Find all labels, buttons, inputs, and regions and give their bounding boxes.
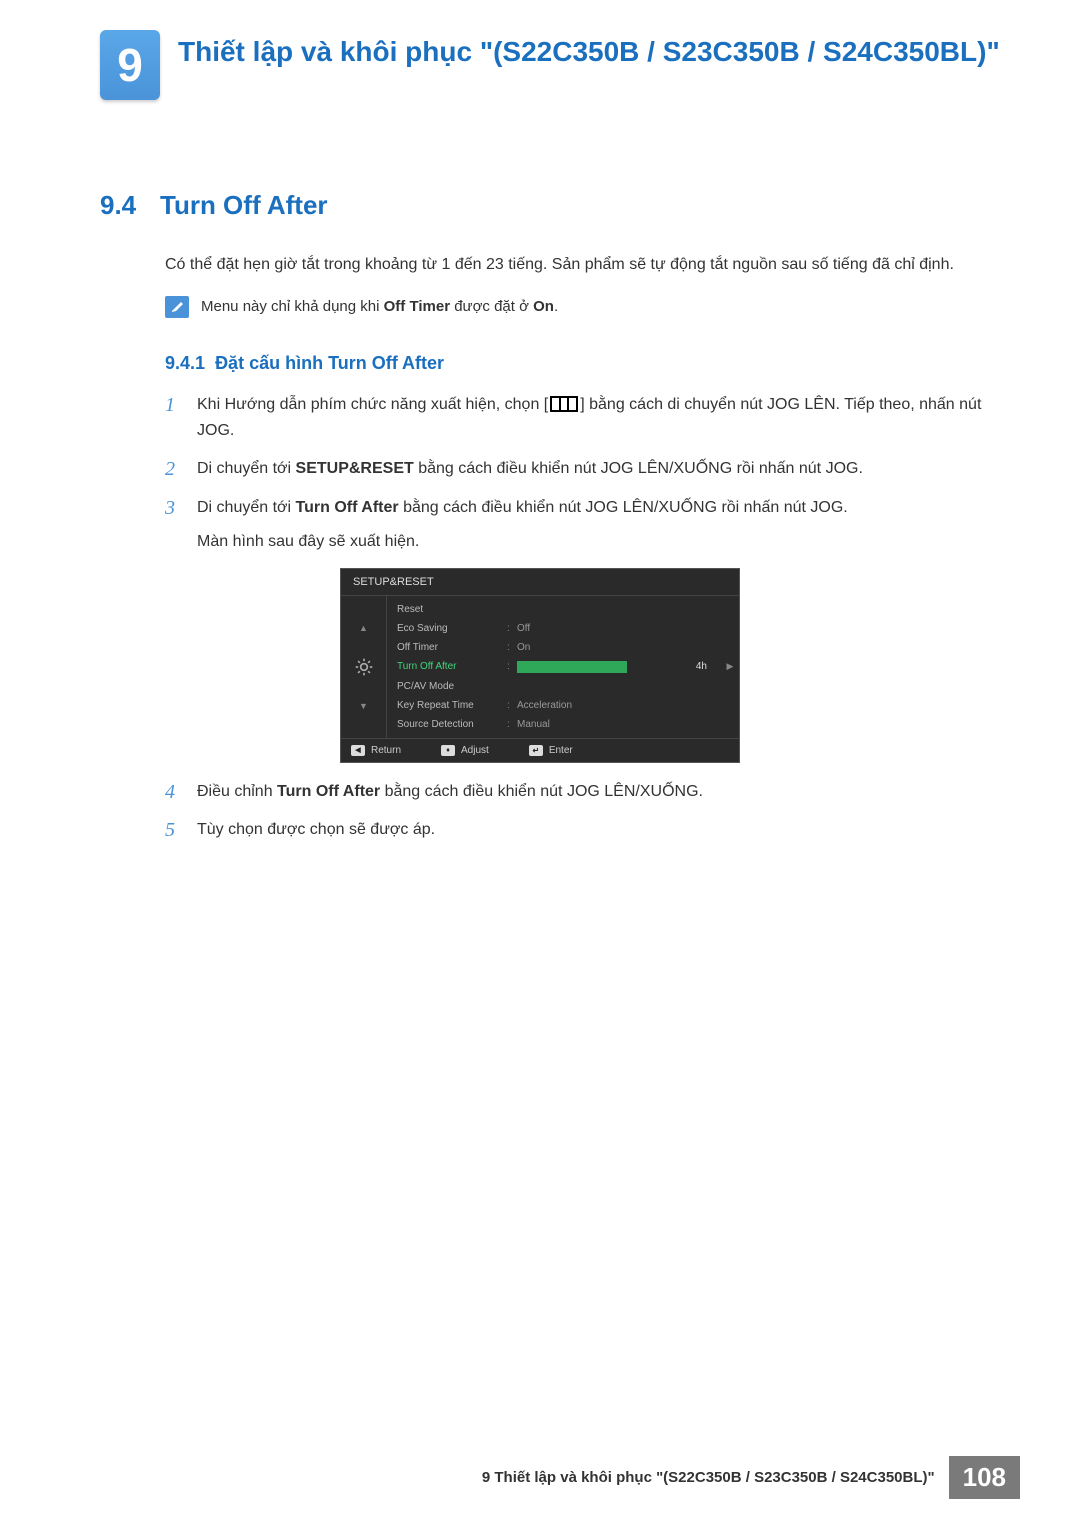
step-text: Di chuyển tới Turn Off After bằng cách đ… (197, 495, 848, 556)
note-block: Menu này chỉ khả dụng khi Off Timer được… (0, 278, 1080, 319)
step-text: Di chuyển tới SETUP&RESET bằng cách điều… (197, 456, 863, 482)
page-footer: 9 Thiết lập và khôi phục "(S22C350B / S2… (482, 1456, 1020, 1499)
step-5: 5 Tùy chọn được chọn sẽ được áp. (165, 817, 985, 843)
section-heading: 9.4 Turn Off After (0, 100, 1080, 221)
adjust-icon (441, 745, 455, 756)
note-bold-2: On (533, 298, 554, 315)
step-number: 2 (165, 456, 183, 482)
osd-row-offtimer: Off Timer:On (387, 638, 721, 657)
section-title: Turn Off After (160, 190, 328, 221)
osd-right-arrow-icon: ▶ (721, 596, 739, 738)
step-1: 1 Khi Hướng dẫn phím chức năng xuất hiện… (165, 392, 985, 445)
osd-up-arrow-icon: ▲ (356, 620, 371, 636)
section-number: 9.4 (100, 190, 160, 221)
chapter-title: Thiết lập và khôi phục "(S22C350B / S23C… (178, 30, 1000, 69)
step-list-cont: 4 Điều chỉnh Turn Off After bằng cách đi… (0, 779, 1080, 844)
subsection-title: Đặt cấu hình Turn Off After (215, 353, 444, 373)
osd-row-eco: Eco Saving:Off (387, 619, 721, 638)
note-suffix: . (554, 298, 558, 315)
osd-slider-track (517, 661, 627, 673)
enter-icon (529, 745, 543, 756)
step-4: 4 Điều chỉnh Turn Off After bằng cách đi… (165, 779, 985, 805)
note-bold-1: Off Timer (384, 298, 450, 315)
note-mid: được đặt ở (450, 298, 533, 315)
osd-row-turnoffafter: Turn Off After: 4h (387, 657, 721, 677)
footer-text: 9 Thiết lập và khôi phục "(S22C350B / S2… (482, 1469, 935, 1486)
note-text: Menu này chỉ khả dụng khi Off Timer được… (201, 296, 558, 319)
osd-icon-column: ▲ ▼ (341, 596, 387, 738)
subsection-number: 9.4.1 (165, 353, 205, 373)
gear-icon (353, 656, 375, 678)
chapter-number-badge: 9 (100, 30, 160, 100)
subsection-heading: 9.4.1 Đặt cấu hình Turn Off After (0, 319, 1080, 374)
step-3: 3 Di chuyển tới Turn Off After bằng cách… (165, 495, 985, 556)
osd-title: SETUP&RESET (341, 569, 739, 596)
chapter-header: 9 Thiết lập và khôi phục "(S22C350B / S2… (0, 0, 1080, 100)
step-2: 2 Di chuyển tới SETUP&RESET bằng cách đi… (165, 456, 985, 482)
step-text: Điều chỉnh Turn Off After bằng cách điều… (197, 779, 703, 805)
step-number: 1 (165, 392, 183, 445)
osd-menu-rows: Reset Eco Saving:Off Off Timer:On Turn O… (387, 596, 721, 738)
note-icon (165, 296, 189, 318)
osd-footer-adjust: Adjust (441, 745, 489, 756)
step-sub-text: Màn hình sau đây sẽ xuất hiện. (197, 529, 848, 555)
note-prefix: Menu này chỉ khả dụng khi (201, 298, 384, 315)
osd-row-reset: Reset (387, 600, 721, 619)
osd-row-keyrepeat: Key Repeat Time:Acceleration (387, 696, 721, 715)
step-list: 1 Khi Hướng dẫn phím chức năng xuất hiện… (0, 374, 1080, 556)
menu-icon (550, 396, 578, 412)
osd-slider: 4h (517, 661, 711, 673)
step-text: Tùy chọn được chọn sẽ được áp. (197, 817, 435, 843)
step-number: 5 (165, 817, 183, 843)
step-text: Khi Hướng dẫn phím chức năng xuất hiện, … (197, 392, 985, 445)
return-icon (351, 745, 365, 756)
osd-row-source: Source Detection:Manual (387, 715, 721, 734)
osd-footer: Return Adjust Enter (341, 738, 739, 762)
osd-slider-value: 4h (696, 661, 711, 672)
section-body: Có thể đặt hẹn giờ tắt trong khoảng từ 1… (0, 221, 1080, 278)
step-number: 3 (165, 495, 183, 556)
osd-row-pcav: PC/AV Mode (387, 677, 721, 696)
page-number: 108 (949, 1456, 1020, 1499)
osd-down-arrow-icon: ▼ (356, 698, 371, 714)
osd-footer-return: Return (351, 745, 401, 756)
osd-screenshot: SETUP&RESET ▲ ▼ Reset Eco Saving:Off Off… (340, 568, 740, 763)
osd-footer-enter: Enter (529, 745, 573, 756)
step-number: 4 (165, 779, 183, 805)
